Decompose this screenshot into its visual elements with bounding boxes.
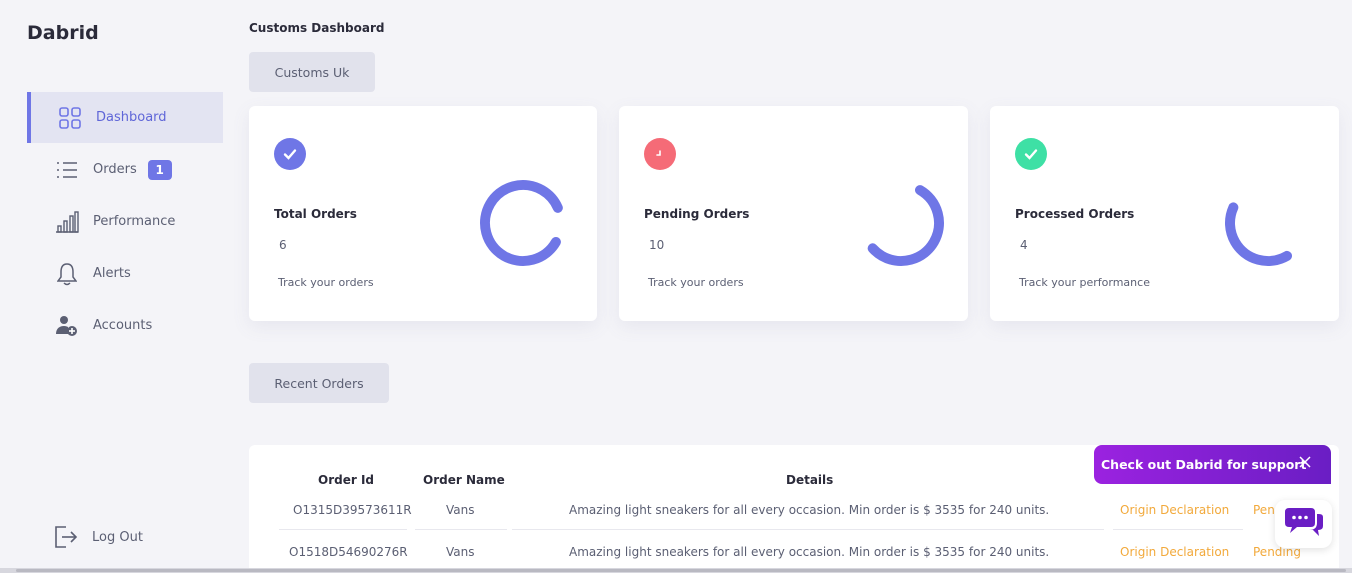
order-type-cell: Origin Declaration [1120,545,1230,559]
sidebar-item-alerts[interactable]: Alerts [27,248,223,299]
order-id-cell: O1518D54690276R [289,545,408,559]
check-icon [1015,138,1047,170]
column-header-order-name: Order Name [423,473,505,487]
column-header-order-id: Order Id [318,473,374,487]
page-title: Customs Dashboard [249,21,385,35]
sidebar-item-label: Performance [93,214,176,229]
user-add-icon [55,314,79,338]
support-banner[interactable]: Check out Dabrid for support [1094,445,1331,484]
logout-button[interactable]: Log Out [54,526,143,548]
column-header-details: Details [786,473,834,487]
order-type-cell: Origin Declaration [1120,503,1230,517]
brand-logo: Dabrid [27,22,99,44]
card-value: 4 [1020,238,1028,252]
sidebar-item-performance[interactable]: Performance [27,196,223,247]
card-value: 10 [649,238,665,252]
customs-region-button[interactable]: Customs Uk [249,52,375,92]
recent-orders-button[interactable]: Recent Orders [249,363,389,403]
card-title: Processed Orders [1015,207,1135,221]
list-icon [55,158,79,182]
sidebar-item-label: Dashboard [96,110,167,125]
card-subtitle: Track your orders [278,276,374,289]
card-value: 6 [279,238,287,252]
bell-icon [55,262,79,286]
row-divider [415,529,507,530]
card-title: Total Orders [274,207,357,221]
orders-count-badge: 1 [147,159,172,180]
pending-orders-progress-ring [858,180,944,266]
scrollbar-thumb[interactable] [16,569,1346,572]
logout-label: Log Out [92,529,143,545]
total-orders-progress-ring [480,180,566,266]
row-divider [512,529,1104,530]
processed-orders-progress-ring [1225,180,1311,266]
horizontal-scrollbar[interactable] [0,568,1352,573]
sidebar: Dabrid Dashboard Orders 1 Performance Al… [0,0,236,573]
card-subtitle: Track your orders [648,276,744,289]
sidebar-item-label: Accounts [93,318,153,333]
support-text: Check out Dabrid for support [1101,457,1307,472]
logout-icon [54,526,78,548]
order-name-cell: Vans [446,503,475,517]
row-divider [279,529,407,530]
bar-chart-icon [55,210,79,234]
order-details-cell: Amazing light sneakers for all every occ… [569,545,1050,559]
close-icon[interactable] [1299,456,1311,471]
sidebar-nav: Dashboard Orders 1 Performance Alerts Ac… [27,92,223,352]
sidebar-item-accounts[interactable]: Accounts [27,300,223,351]
row-divider [1113,529,1243,530]
card-title: Pending Orders [644,207,750,221]
stopwatch-icon [644,138,676,170]
order-details-cell: Amazing light sneakers for all every occ… [569,503,1050,517]
card-subtitle: Track your performance [1019,276,1150,289]
chat-launcher-button[interactable] [1275,500,1332,548]
sidebar-item-label: Orders [93,162,137,177]
order-name-cell: Vans [446,545,475,559]
processed-orders-card: Processed Orders 4 Track your performanc… [990,106,1339,321]
pending-orders-card: Pending Orders 10 Track your orders [619,106,968,321]
sidebar-item-label: Alerts [93,266,131,281]
total-orders-card: Total Orders 6 Track your orders [249,106,597,321]
chat-icon [1284,506,1323,542]
sidebar-item-orders[interactable]: Orders 1 [27,144,223,195]
sidebar-item-dashboard[interactable]: Dashboard [27,92,223,143]
check-icon [274,138,306,170]
order-id-cell: O1315D39573611R [293,503,412,517]
dashboard-grid-icon [58,106,82,130]
